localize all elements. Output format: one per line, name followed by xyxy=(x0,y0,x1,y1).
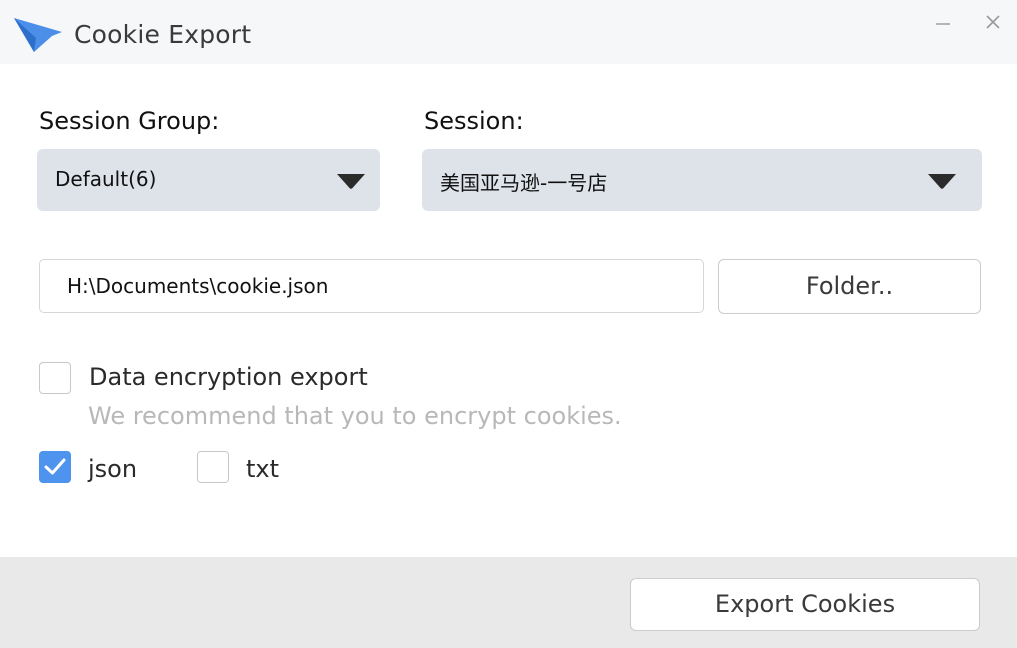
session-label: Session: xyxy=(424,107,524,135)
session-group-label: Session Group: xyxy=(39,107,220,135)
minimize-icon[interactable] xyxy=(933,14,953,34)
session-value: 美国亚马逊-一号店 xyxy=(440,171,608,195)
caret-down-icon xyxy=(337,174,365,189)
session-group-select[interactable]: Default(6) xyxy=(37,149,380,211)
session-group-value: Default(6) xyxy=(55,167,157,191)
window-title: Cookie Export xyxy=(74,20,252,49)
txt-label: txt xyxy=(246,455,280,483)
session-select[interactable]: 美国亚马逊-一号店 xyxy=(422,149,982,211)
txt-checkbox[interactable] xyxy=(197,451,229,483)
json-checkbox[interactable] xyxy=(39,451,71,483)
checkmark-icon xyxy=(44,458,66,475)
encryption-checkbox[interactable] xyxy=(39,362,71,394)
title-bar: Cookie Export xyxy=(0,0,1017,64)
json-label: json xyxy=(88,455,138,483)
encryption-label: Data encryption export xyxy=(89,363,368,391)
caret-down-icon xyxy=(928,174,956,189)
export-path-input[interactable] xyxy=(39,259,704,313)
export-cookies-button[interactable]: Export Cookies xyxy=(630,578,980,631)
bird-logo-icon xyxy=(14,18,62,52)
folder-button[interactable]: Folder.. xyxy=(718,259,981,314)
encryption-hint: We recommend that you to encrypt cookies… xyxy=(88,402,622,430)
close-icon[interactable] xyxy=(982,11,1004,33)
